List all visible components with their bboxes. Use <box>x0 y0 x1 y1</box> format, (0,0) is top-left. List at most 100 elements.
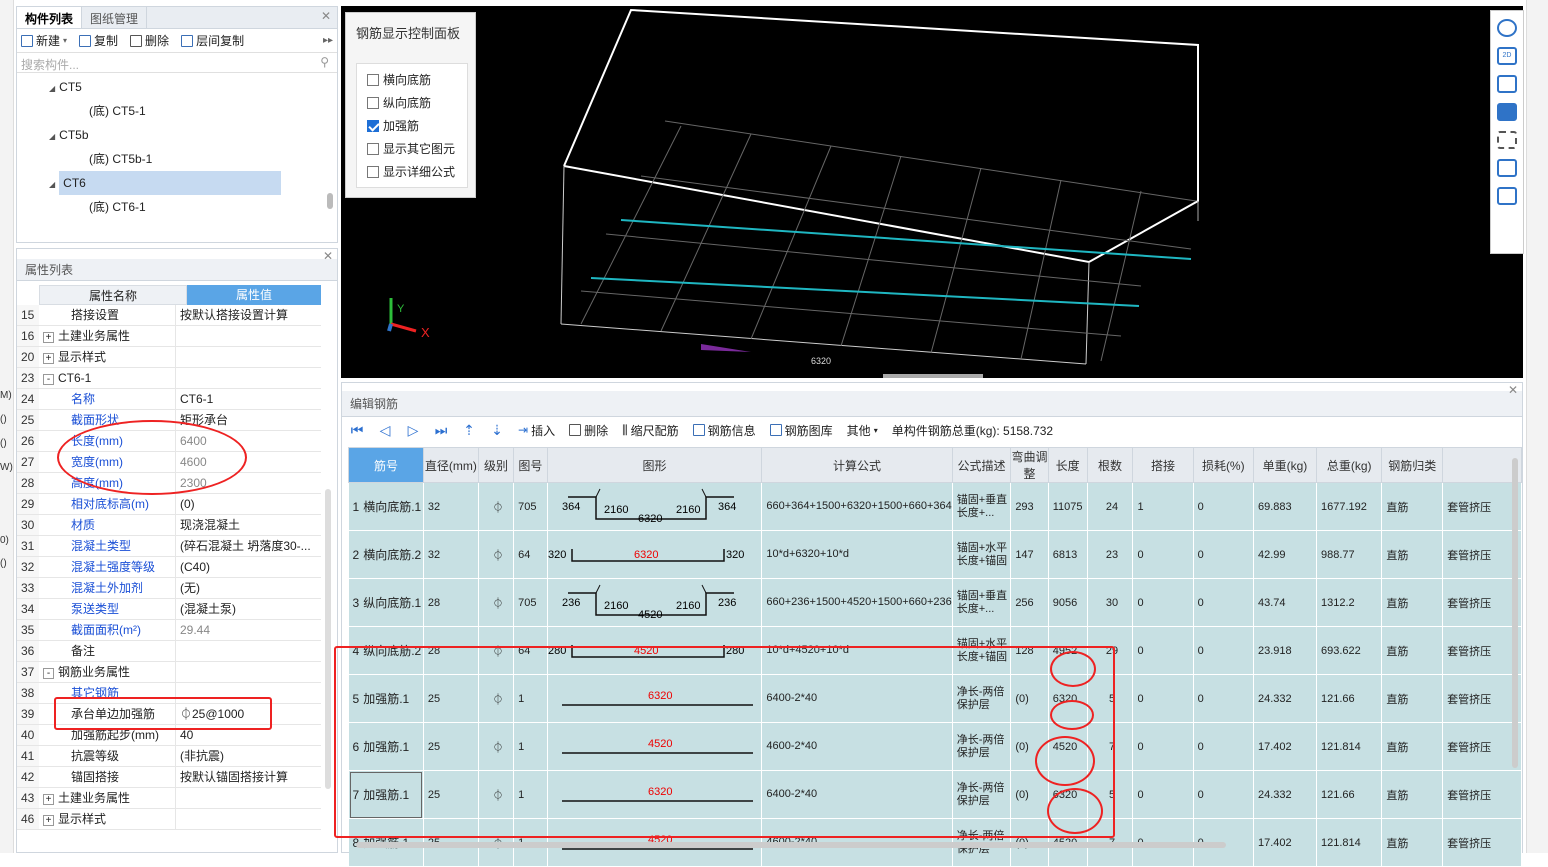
expand-toggle-icon[interactable]: - <box>43 374 54 385</box>
total-weight-cell[interactable]: 121.814 <box>1316 722 1383 771</box>
delete-button[interactable]: 删除 <box>130 32 169 49</box>
insert-button[interactable]: ⇥ 插入 <box>518 422 555 439</box>
unit-weight-cell[interactable]: 69.883 <box>1253 482 1318 531</box>
3d-box-icon[interactable] <box>1497 75 1517 93</box>
property-value[interactable] <box>176 368 321 388</box>
rebar-name-cell[interactable]: 3 纵向底筋.1 <box>348 578 424 627</box>
property-value[interactable]: (无) <box>176 578 321 598</box>
lap-cell[interactable]: 0 <box>1132 770 1194 819</box>
property-row[interactable]: 15 搭接设置 按默认搭接设置计算 <box>17 305 321 326</box>
copy-button[interactable]: 复制 <box>79 32 118 49</box>
column-header[interactable]: 根数 <box>1086 447 1134 483</box>
scale-rebar-button[interactable]: ⫼ 缩尺配筋 <box>622 422 679 439</box>
2d-view-icon[interactable]: 2D <box>1497 47 1517 65</box>
collapse-arrow-icon[interactable]: ◢ <box>49 132 55 141</box>
diameter-cell[interactable]: 28 <box>423 578 479 627</box>
connection-cell[interactable]: 套管挤压 <box>1442 722 1522 771</box>
lap-cell[interactable]: 0 <box>1132 578 1194 627</box>
property-value[interactable] <box>176 788 321 808</box>
length-cell[interactable]: 11075 <box>1048 482 1088 531</box>
delete-row-button[interactable]: 删除 <box>569 422 608 439</box>
checkbox-checked[interactable] <box>367 119 379 132</box>
length-cell[interactable]: 6813 <box>1048 530 1088 579</box>
property-value[interactable]: 29.44 <box>176 620 321 640</box>
option-show-detailed-formula[interactable]: 显示详细公式 <box>357 160 467 183</box>
column-header[interactable]: 长度 <box>1047 447 1088 483</box>
more-icon[interactable]: ▸▸ <box>323 35 333 46</box>
fit-view-icon[interactable] <box>1497 131 1517 149</box>
close-icon[interactable]: ✕ <box>1508 383 1518 397</box>
table-hscrollbar[interactable] <box>356 842 1226 848</box>
expand-toggle-icon[interactable]: + <box>43 353 54 364</box>
property-row[interactable]: 23- CT6-1 <box>17 368 321 389</box>
total-weight-cell[interactable]: 988.77 <box>1316 530 1383 579</box>
rebar-class-cell[interactable]: 直筋 <box>1381 578 1444 627</box>
shape-cell[interactable]: 364 2160 6320 2160 364 <box>547 482 763 531</box>
next-record-icon[interactable]: ▷ <box>406 422 420 439</box>
property-value[interactable]: (非抗震) <box>176 746 321 766</box>
grade-cell[interactable]: ⏀ <box>478 578 515 627</box>
rebar-info-button[interactable]: 钢筋信息 <box>692 422 756 439</box>
property-row[interactable]: 30 材质 现浇混凝土 <box>17 515 321 536</box>
connection-cell[interactable]: 套管挤压 <box>1442 626 1522 675</box>
property-value[interactable] <box>176 326 321 346</box>
tab-component-list[interactable]: 构件列表 <box>17 7 83 28</box>
unit-weight-cell[interactable]: 17.402 <box>1253 818 1318 867</box>
loss-cell[interactable]: 0 <box>1193 482 1254 531</box>
tree-node-ct5[interactable]: ◢ CT5 <box>17 75 337 99</box>
property-row[interactable]: 43 + 土建业务属性 <box>17 788 321 809</box>
prev-record-icon[interactable]: ◁ <box>378 422 392 439</box>
first-record-icon[interactable]: ⏮ <box>350 422 364 439</box>
property-value[interactable]: 现浇混凝土 <box>176 515 321 535</box>
unit-weight-cell[interactable]: 23.918 <box>1253 626 1318 675</box>
rebar-class-cell[interactable]: 直筋 <box>1381 770 1444 819</box>
bend-adjust-cell[interactable]: 293 <box>1010 482 1049 531</box>
formula-desc-cell[interactable]: 锚固+垂直长度+... <box>952 482 1012 531</box>
unit-weight-cell[interactable]: 24.332 <box>1253 674 1318 723</box>
total-weight-cell[interactable]: 121.66 <box>1316 674 1383 723</box>
formula-cell[interactable]: 10*d+6320+10*d <box>761 530 953 579</box>
property-value[interactable] <box>176 662 321 682</box>
column-header[interactable]: 总重(kg) <box>1315 447 1383 483</box>
expand-toggle-icon[interactable]: + <box>43 794 54 805</box>
property-row[interactable]: 41 抗震等级 (非抗震) <box>17 746 321 767</box>
formula-desc-cell[interactable]: 锚固+垂直长度+... <box>952 578 1012 627</box>
rebar-class-cell[interactable]: 直筋 <box>1381 626 1444 675</box>
length-cell[interactable]: 9056 <box>1048 578 1088 627</box>
formula-cell[interactable]: 660+236+1500+4520+1500+660+236 <box>761 578 953 627</box>
unit-weight-cell[interactable]: 17.402 <box>1253 722 1318 771</box>
view-settings-icon[interactable] <box>1497 187 1517 205</box>
loss-cell[interactable]: 0 <box>1193 626 1254 675</box>
count-cell[interactable]: 24 <box>1087 482 1134 531</box>
loss-cell[interactable]: 0 <box>1193 770 1254 819</box>
grade-cell[interactable]: ⏀ <box>478 530 515 579</box>
tree-node-ct6-1[interactable]: (底) CT6-1 <box>17 195 337 219</box>
expand-toggle-icon[interactable]: + <box>43 815 54 826</box>
lap-cell[interactable]: 1 <box>1132 482 1194 531</box>
property-row[interactable]: 46 + 显示样式 <box>17 809 321 830</box>
bend-adjust-cell[interactable]: 147 <box>1010 530 1049 579</box>
property-row[interactable]: 31 混凝土类型 (碎石混凝土 坍落度30-... <box>17 536 321 557</box>
column-header[interactable]: 筋号 <box>348 447 424 483</box>
property-value[interactable]: 按默认锚固搭接计算 <box>176 767 321 787</box>
figure-number-cell[interactable]: 64 <box>513 530 548 579</box>
column-header[interactable]: 图号 <box>513 447 548 483</box>
connection-cell[interactable]: 套管挤压 <box>1442 530 1522 579</box>
total-weight-cell[interactable]: 1312.2 <box>1316 578 1383 627</box>
property-row[interactable]: 34 泵送类型 (混凝土泵) <box>17 599 321 620</box>
rebar-name-cell[interactable]: 1 横向底筋.1 <box>348 482 424 531</box>
cube-view-icon[interactable] <box>1497 159 1517 177</box>
close-icon[interactable]: ✕ <box>315 7 337 28</box>
search-icon[interactable]: ⚲ <box>320 55 329 69</box>
move-up-icon[interactable]: ⇡ <box>462 422 476 439</box>
collapse-arrow-icon[interactable]: ◢ <box>49 84 55 93</box>
last-record-icon[interactable]: ⏭ <box>434 422 448 439</box>
lap-cell[interactable]: 0 <box>1132 674 1194 723</box>
collapse-arrow-icon[interactable]: ◢ <box>49 180 55 189</box>
floor-copy-button[interactable]: 层间复制 <box>181 32 244 49</box>
rebar-row[interactable]: 1 横向底筋.1 32 ⏀ 705 364 2160 6320 2160 364 660… <box>348 482 1522 531</box>
checkbox[interactable] <box>367 142 379 155</box>
shape-cell[interactable]: 236 2160 4520 2160 236 <box>547 578 763 627</box>
rebar-row[interactable]: 2 横向底筋.2 32 ⏀ 64 320 6320 320 10*d+6320+10*d… <box>348 530 1522 579</box>
grade-cell[interactable]: ⏀ <box>478 482 515 531</box>
